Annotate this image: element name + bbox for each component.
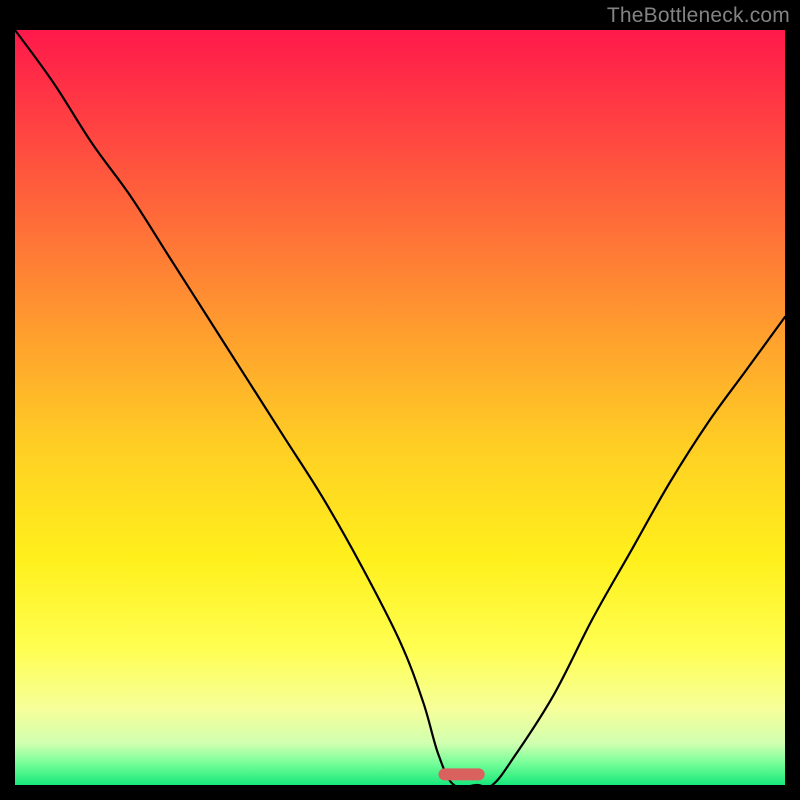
chart-frame: TheBottleneck.com: [0, 0, 800, 800]
plot-area: [15, 30, 785, 785]
watermark-text: TheBottleneck.com: [607, 4, 790, 28]
bottleneck-chart: [15, 30, 785, 785]
chart-background: [15, 30, 785, 785]
optimal-marker: [439, 768, 485, 780]
